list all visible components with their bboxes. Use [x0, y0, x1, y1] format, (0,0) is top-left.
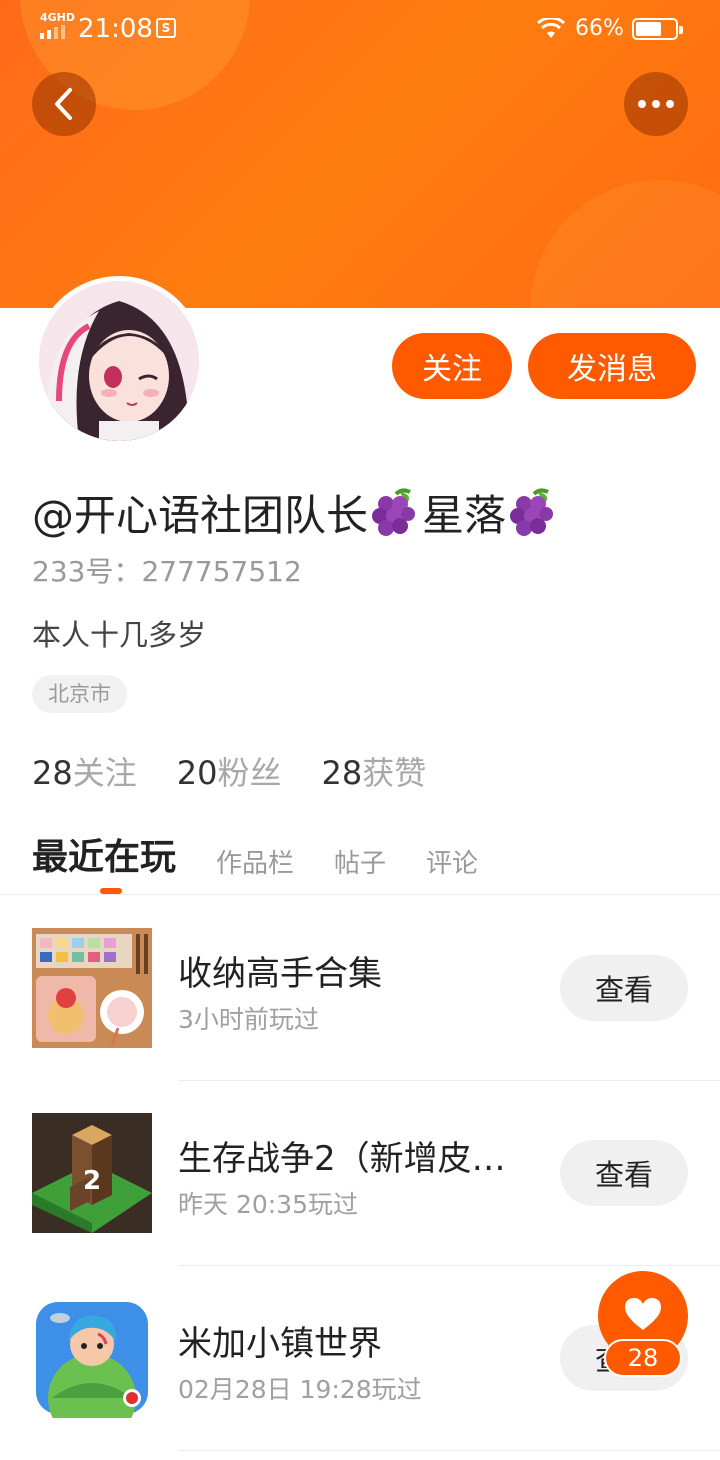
tab-recently-played[interactable]: 最近在玩 — [32, 828, 176, 884]
game-title: 收纳高手合集 — [178, 954, 382, 994]
avatar[interactable] — [34, 276, 204, 446]
sim-icon: S — [156, 18, 176, 38]
battery-percent: 66% — [575, 16, 624, 41]
bio: 本人十几多岁 — [32, 618, 207, 652]
more-button[interactable] — [624, 72, 688, 136]
network-type: 4GHD — [40, 11, 76, 24]
view-button[interactable]: 查看 — [560, 955, 688, 1021]
game-icon — [32, 1298, 152, 1418]
view-button[interactable]: 查看 — [560, 1140, 688, 1206]
game-last-played: 3小时前玩过 — [178, 1005, 319, 1034]
location-tag: 北京市 — [32, 675, 127, 713]
game-icon — [32, 928, 152, 1048]
stat-following[interactable]: 28关注 — [32, 748, 137, 794]
game-last-played: 昨天 20:35玩过 — [178, 1190, 358, 1219]
avatar-image — [39, 281, 199, 441]
username-text: @开心语社团队长 — [32, 491, 369, 540]
tab-works[interactable]: 作品栏 — [216, 843, 294, 884]
game-icon: 2 — [32, 1113, 152, 1233]
game-last-played: 02月28日 19:28玩过 — [178, 1375, 422, 1404]
signal-icon — [40, 25, 65, 39]
username: @开心语社团队长 星落 — [32, 482, 560, 543]
game-title: 米加小镇世界 — [178, 1324, 382, 1364]
list-separator — [178, 1265, 720, 1266]
stat-followers[interactable]: 20粉丝 — [177, 748, 282, 794]
back-arrow-icon — [55, 88, 72, 120]
game-title: 生存战争2（新增皮… — [178, 1139, 506, 1179]
profile-tabs: 最近在玩 作品栏 帖子 评论 — [32, 828, 518, 884]
stat-likes[interactable]: 28获赞 — [321, 748, 426, 794]
profile-stats: 28关注 20粉丝 28获赞 — [32, 748, 426, 794]
battery-icon — [632, 18, 683, 40]
list-separator — [178, 1080, 720, 1081]
list-item[interactable]: 收纳高手合集 3小时前玩过 查看 — [0, 928, 720, 1113]
message-button[interactable]: 发消息 — [528, 333, 696, 399]
clock: 21:08 — [78, 14, 153, 44]
tab-comments[interactable]: 评论 — [426, 843, 478, 884]
follow-button[interactable]: 关注 — [392, 333, 512, 399]
svg-text:2: 2 — [83, 1166, 101, 1196]
tabs-divider — [0, 894, 720, 895]
list-item[interactable]: 2 生存战争2（新增皮… 昨天 20:35玩过 查看 — [0, 1113, 720, 1298]
tab-posts[interactable]: 帖子 — [334, 843, 386, 884]
more-dots-icon — [638, 100, 674, 108]
user-id: 233号：277757512 — [32, 555, 302, 588]
status-bar: 4GHD 21:08 S 66% — [0, 0, 720, 60]
wifi-icon — [536, 18, 566, 38]
grape-icon — [510, 487, 554, 536]
like-count: 28 — [604, 1339, 682, 1377]
username-suffix: 星落 — [422, 491, 507, 540]
grape-icon — [372, 487, 416, 536]
list-separator — [178, 1450, 720, 1451]
back-button[interactable] — [32, 72, 96, 136]
heart-icon — [625, 1298, 661, 1330]
